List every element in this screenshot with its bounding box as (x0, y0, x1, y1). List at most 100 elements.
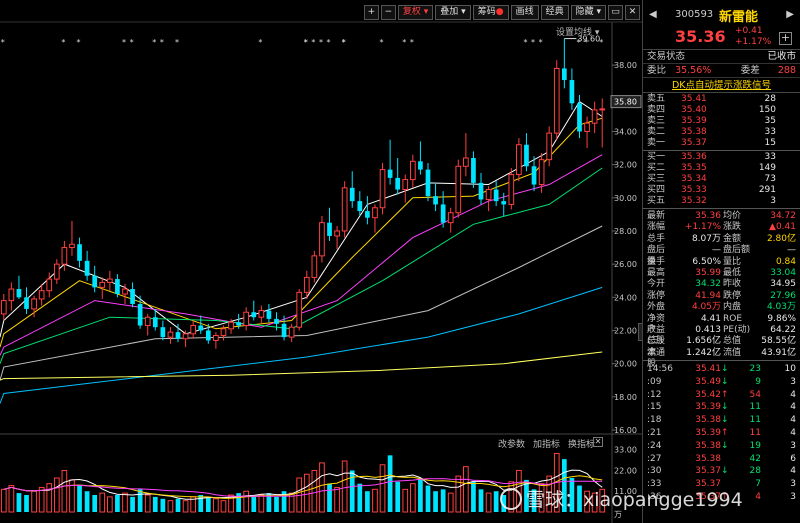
tick-row[interactable]: :12 35.42 ↑ 54 4 (643, 389, 800, 402)
tick-row[interactable]: :21 35.39 ↑ 11 4 (643, 427, 800, 440)
tick-row[interactable]: :18 35.38 ↓ 11 4 (643, 414, 800, 427)
signal-star-icon: * (402, 38, 406, 47)
tick-price: 35.41 (695, 364, 721, 375)
candle-body (243, 311, 250, 327)
kline-chart-area[interactable]: + − 复权 ▾ 叠加 ▾ 筹码● 画线 经典 隐藏 ▾ ▭ ✕ 设置均线 ▾ … (0, 0, 642, 523)
volume-bar (387, 455, 393, 512)
candle-body (341, 187, 348, 232)
add-indicator-button[interactable]: 加指标 (533, 437, 560, 450)
volume-bar (357, 483, 363, 512)
volume-bar (69, 479, 75, 513)
candle-body (167, 331, 174, 338)
ask-price: 35.38 (681, 127, 707, 137)
tick-row[interactable]: :09 35.49 ↓ 9 3 (643, 376, 800, 389)
ask-volume: 150 (758, 105, 776, 115)
change-percent: +1.17% (735, 37, 772, 47)
candle-body (387, 169, 393, 178)
bid-row[interactable]: 买四 35.33 291 (643, 185, 800, 196)
stock-header: ◀ 300593 新雷能 ▶ 35.36 +0.41 +1.17% + (643, 0, 800, 50)
candle-body (599, 108, 606, 111)
ask-volume: 33 (764, 127, 776, 137)
tick-count: 6 (790, 453, 796, 464)
ask-row[interactable]: 卖三 35.39 35 (643, 116, 800, 127)
quote-value: 35.36 (695, 211, 721, 221)
tick-list[interactable]: 14:56 35.41 ↓ 23 10:09 35.49 ↓ 9 3:12 35.42 ↑ 54 4:1… (643, 361, 800, 504)
tick-direction-icon: ↓ (721, 364, 729, 375)
prev-stock-icon[interactable]: ◀ (649, 9, 657, 20)
tick-row[interactable]: :30 35.37 ↓ 28 4 (643, 465, 800, 478)
tick-price: 35.37 (695, 466, 721, 477)
xueqiu-logo-icon (500, 487, 522, 510)
dk-signal-banner[interactable]: DK点自动提示涨跌信号 (643, 78, 800, 93)
candle-body (516, 144, 522, 176)
volume-bar (115, 495, 120, 512)
quote-stats: 最新 35.36 均价 34.72 涨幅 +1.17% 涨跌 ▲0.41 总手 8.07万 金额 2.… (643, 209, 800, 369)
bid-label: 买四 (647, 185, 666, 195)
volume-bar (447, 492, 454, 513)
candle-body (130, 289, 135, 304)
ask-price: 35.40 (681, 105, 707, 115)
tick-price: 35.39 (695, 402, 721, 413)
xueqiu-watermark: 雪球：xiaopangge1994 (500, 485, 743, 512)
candle-body (69, 243, 75, 249)
volume-bar (16, 493, 22, 512)
bid-row[interactable]: 买五 35.32 3 (643, 196, 800, 207)
ask-row[interactable]: 卖五 35.41 28 (643, 94, 800, 105)
candle-body (182, 333, 189, 340)
candle-body (24, 297, 29, 309)
tick-volume: 42 (749, 453, 761, 464)
candle-body (213, 334, 219, 341)
tick-direction-icon: ↓ (721, 415, 729, 426)
candle-body (288, 326, 295, 338)
switch-indicator-button[interactable]: 换指标 (568, 437, 595, 450)
candle-body (152, 317, 158, 328)
bid-row[interactable]: 买三 35.34 73 (643, 174, 800, 185)
volume-bar (144, 494, 151, 513)
ask-row[interactable]: 卖一 35.37 15 (643, 138, 800, 149)
quote-label: 涨跌 (723, 222, 742, 233)
stock-change: +0.41 +1.17% (735, 26, 771, 48)
volume-bar (92, 495, 98, 512)
candle-body (53, 263, 60, 280)
tick-row[interactable]: :24 35.38 ↓ 19 3 (643, 440, 800, 453)
close-subchart-icon[interactable]: ✕ (593, 437, 603, 447)
tick-price: 35.38 (695, 453, 721, 464)
tick-price: 35.39 (695, 428, 721, 439)
bid-row[interactable]: 买一 35.36 33 (643, 152, 800, 163)
add-watchlist-button[interactable]: + (779, 32, 792, 45)
candle-body (106, 278, 113, 283)
candle-body (38, 290, 45, 300)
tick-row[interactable]: :15 35.39 ↓ 11 4 (643, 401, 800, 414)
candle-body (447, 212, 454, 224)
ask-row[interactable]: 卖二 35.38 33 (643, 127, 800, 138)
candle-body (440, 204, 446, 223)
candle-body (409, 160, 416, 181)
volume-bar (152, 496, 158, 512)
next-stock-icon[interactable]: ▶ (786, 9, 794, 20)
quote-row: 涨停 41.94 跌停 27.96 (643, 291, 800, 302)
quote-label: 内盘 (723, 302, 742, 313)
ask-row[interactable]: 卖四 35.40 150 (643, 105, 800, 116)
tick-row[interactable]: 14:56 35.41 ↓ 23 10 (643, 363, 800, 376)
volume-bar (243, 490, 250, 513)
candle-body (175, 332, 181, 339)
tick-count: 4 (790, 466, 796, 477)
signal-star-icon: * (160, 38, 164, 47)
quote-label: 涨幅 (647, 222, 666, 233)
candle-body (357, 201, 363, 212)
tick-row[interactable]: :27 35.38 42 6 (643, 453, 800, 466)
candle-body (205, 330, 211, 341)
tick-direction-icon: ↑ (721, 428, 729, 439)
ask-book: 卖五 35.41 28 卖四 35.40 150 卖三 35.39 35 卖二 35.38 33 卖一 3… (643, 93, 800, 151)
change-params-button[interactable]: 改参数 (498, 437, 525, 450)
tick-price: 35.38 (695, 440, 721, 451)
candle-body (190, 325, 197, 335)
ask-label: 卖五 (647, 94, 666, 104)
bid-row[interactable]: 买二 35.35 149 (643, 163, 800, 174)
bid-label: 买五 (647, 196, 666, 206)
signal-star-icon: * (584, 38, 588, 47)
volume-bar (365, 491, 370, 512)
candle-body (281, 323, 287, 338)
volume-bar (0, 488, 7, 513)
candle-body (546, 132, 553, 161)
